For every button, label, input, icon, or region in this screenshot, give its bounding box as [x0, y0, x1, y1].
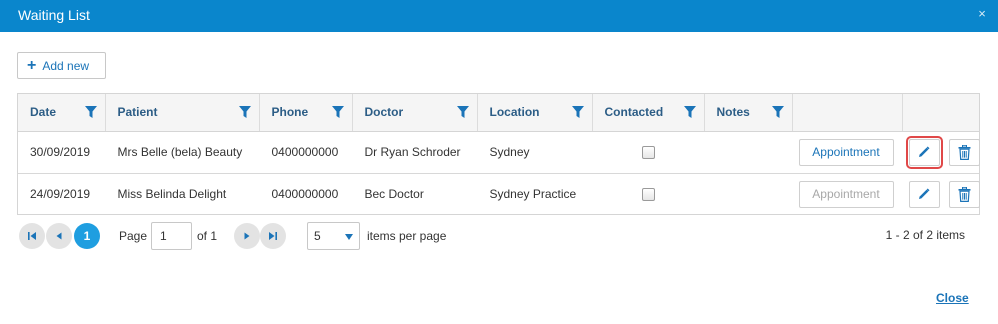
cell-doctor: Dr Ryan Schroder: [352, 131, 477, 174]
delete-button[interactable]: [948, 180, 980, 208]
cell-patient: Miss Belinda Delight: [117, 187, 227, 202]
previous-page-icon: [56, 232, 62, 240]
dialog-title: Waiting List: [18, 7, 90, 23]
items-per-page-label: items per page: [367, 229, 447, 243]
cell-phone: 0400000000: [271, 187, 339, 202]
cell-date: 30/09/2019: [18, 131, 105, 174]
pager: 1 Page of 1 5 items per page 1 - 2 of 2 …: [17, 222, 980, 250]
column-header-actions: [902, 94, 979, 132]
next-page-button[interactable]: [234, 223, 260, 249]
column-header-location[interactable]: Location: [477, 94, 593, 132]
cell-phone: 0400000000: [259, 131, 352, 174]
cell-patient: Mrs Belle (bela) Beauty: [105, 131, 259, 174]
filter-icon[interactable]: [456, 106, 469, 118]
filter-icon[interactable]: [331, 106, 344, 118]
cell-contacted: [592, 173, 704, 215]
dialog-titlebar: Waiting List ×: [0, 0, 998, 32]
waiting-list-grid: Date Patient Phone Doctor Location Conta…: [17, 93, 980, 215]
column-label: Contacted: [604, 105, 664, 120]
pencil-icon: [919, 146, 930, 157]
filter-icon[interactable]: [683, 106, 696, 118]
appointment-button[interactable]: Appointment: [798, 138, 894, 166]
column-label: Date: [30, 105, 57, 120]
page-size-select[interactable]: 5: [307, 222, 360, 250]
pager-info: 1 - 2 of 2 items: [885, 228, 965, 242]
filter-icon[interactable]: [571, 106, 584, 118]
first-page-button[interactable]: [19, 223, 45, 249]
table-row[interactable]: 24/09/2019 Miss Belinda Delight 04000000…: [18, 173, 980, 215]
first-page-icon: [28, 232, 36, 240]
cell-location: Sydney Practice: [489, 187, 577, 202]
column-header-notes[interactable]: Notes: [704, 94, 793, 132]
appointment-button[interactable]: Appointment: [798, 180, 894, 208]
page-number-input[interactable]: [151, 222, 192, 250]
page-size-value: 5: [314, 229, 321, 243]
column-header-doctor[interactable]: Doctor: [352, 94, 478, 132]
column-label: Notes: [716, 105, 750, 120]
filter-icon[interactable]: [238, 106, 251, 118]
column-header-appointment: [792, 94, 903, 132]
table-row[interactable]: 30/09/2019 Mrs Belle (bela) Beauty 04000…: [18, 131, 980, 174]
last-page-icon: [269, 232, 277, 240]
contacted-checkbox[interactable]: [641, 188, 655, 202]
trash-icon: [958, 144, 971, 160]
column-label: Doctor: [364, 105, 404, 120]
close-icon[interactable]: ×: [974, 6, 990, 22]
page-count-label: of 1: [197, 229, 218, 243]
column-label: Phone: [271, 105, 309, 120]
close-link[interactable]: Close: [936, 291, 969, 305]
delete-button[interactable]: [948, 138, 980, 166]
cell-date: 24/09/2019: [30, 187, 91, 202]
edit-button[interactable]: [908, 180, 940, 208]
previous-page-button[interactable]: [46, 223, 72, 249]
cell-appointment: Appointment: [792, 131, 902, 174]
cell-notes: [704, 131, 792, 174]
plus-icon: +: [27, 56, 37, 74]
contacted-checkbox[interactable]: [641, 146, 655, 160]
column-header-date[interactable]: Date: [18, 94, 106, 132]
column-label: Patient: [117, 105, 158, 120]
chevron-down-icon: [345, 234, 353, 240]
cell-contacted: [592, 131, 704, 174]
column-header-contacted[interactable]: Contacted: [592, 94, 705, 132]
current-page-button[interactable]: 1: [74, 223, 100, 249]
cell-appointment: Appointment: [792, 173, 902, 215]
cell-doctor: Bec Doctor: [364, 187, 424, 202]
filter-icon[interactable]: [771, 106, 784, 118]
cell-notes: [704, 173, 792, 215]
next-page-icon: [244, 232, 250, 240]
cell-actions: [902, 131, 980, 174]
page-label: Page: [119, 229, 148, 243]
filter-icon[interactable]: [84, 106, 97, 118]
add-new-button[interactable]: + Add new: [17, 52, 106, 79]
cell-location: Sydney: [477, 131, 592, 174]
column-label: Location: [489, 105, 540, 120]
column-header-patient[interactable]: Patient: [105, 94, 260, 132]
last-page-button[interactable]: [260, 223, 286, 249]
edit-button[interactable]: [905, 135, 943, 169]
add-new-label: Add new: [42, 58, 90, 73]
table-header-row: Date Patient Phone Doctor Location Conta…: [18, 94, 979, 132]
column-header-phone[interactable]: Phone: [259, 94, 353, 132]
pencil-icon: [919, 188, 930, 200]
trash-icon: [958, 186, 971, 202]
cell-actions: [902, 173, 980, 215]
